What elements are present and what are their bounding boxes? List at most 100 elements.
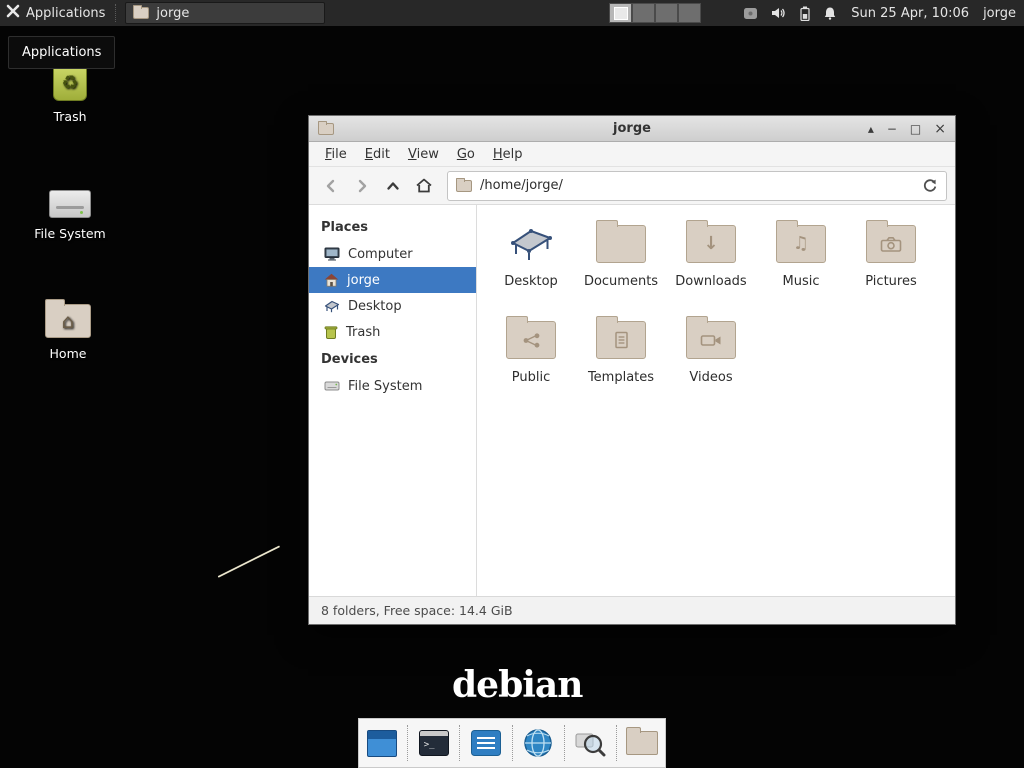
workspace-1[interactable] xyxy=(609,3,632,23)
desktop-icon xyxy=(324,299,340,313)
menubar: File Edit View Go Help xyxy=(309,142,955,167)
magnifier-icon xyxy=(574,727,606,759)
statusbar: 8 folders, Free space: 14.4 GiB xyxy=(309,596,955,624)
file-name: Desktop xyxy=(504,274,558,289)
menu-edit[interactable]: Edit xyxy=(356,144,399,165)
public-folder-icon xyxy=(506,321,556,359)
document-emblem xyxy=(614,331,629,349)
panel-username[interactable]: jorge xyxy=(983,6,1016,21)
video-emblem xyxy=(700,333,722,348)
recycle-glyph: ♻ xyxy=(61,74,78,93)
applications-menu-icon xyxy=(6,4,20,22)
forward-button[interactable] xyxy=(348,172,376,200)
sidebar-item-file-system[interactable]: File System xyxy=(309,373,476,399)
file-item-documents[interactable]: Documents xyxy=(576,221,666,317)
address-bar[interactable]: /home/jorge/ xyxy=(447,171,947,201)
dock-item-terminal[interactable]: >_ xyxy=(415,723,452,763)
folder-icon xyxy=(133,7,149,19)
file-name: Downloads xyxy=(675,274,746,289)
menu-help[interactable]: Help xyxy=(484,144,532,165)
bottom-dock: >_ xyxy=(358,718,666,768)
sidebar-label: Desktop xyxy=(348,299,402,314)
up-button[interactable] xyxy=(379,172,407,200)
sidebar-label: Computer xyxy=(348,247,413,262)
file-name: Videos xyxy=(689,370,732,385)
file-item-templates[interactable]: Templates xyxy=(576,317,666,413)
desktop-icon-home[interactable]: ⌂ Home xyxy=(23,292,113,361)
bell-icon[interactable] xyxy=(823,6,837,20)
status-text: 8 folders, Free space: 14.4 GiB xyxy=(321,603,513,618)
dock-item-file-manager[interactable] xyxy=(624,723,661,763)
reload-icon xyxy=(922,178,938,194)
drive-icon xyxy=(324,380,340,392)
desktop-icon-file-system[interactable]: File System xyxy=(25,172,115,241)
file-name: Documents xyxy=(584,274,658,289)
sidebar-item-desktop[interactable]: Desktop xyxy=(309,293,476,319)
debian-logo: debian xyxy=(452,664,572,706)
workspace-2[interactable] xyxy=(632,3,655,23)
file-item-public[interactable]: Public xyxy=(486,317,576,413)
menu-file[interactable]: File xyxy=(316,144,356,165)
workspace-pager[interactable] xyxy=(609,3,701,23)
home-icon xyxy=(415,177,433,194)
sidebar-item-jorge[interactable]: jorge xyxy=(309,267,476,293)
dock-separator xyxy=(564,725,565,761)
file-name: Music xyxy=(783,274,820,289)
forward-icon xyxy=(354,178,370,194)
minimize-button[interactable]: − xyxy=(887,123,897,135)
workspace-3[interactable] xyxy=(655,3,678,23)
titlebar[interactable]: jorge ▴ − □ × xyxy=(309,116,955,142)
dock-separator xyxy=(616,725,617,761)
maximize-button[interactable]: □ xyxy=(910,123,921,135)
workspace-4[interactable] xyxy=(678,3,701,23)
panel-clock[interactable]: Sun 25 Apr, 10:06 xyxy=(851,6,969,21)
sidebar-item-trash[interactable]: Trash xyxy=(309,319,476,345)
templates-folder-icon xyxy=(596,321,646,359)
home-folder-icon: ⌂ xyxy=(45,304,91,338)
icon-label: Trash xyxy=(53,109,86,124)
volume-icon[interactable] xyxy=(771,6,787,20)
download-arrow-glyph: ↓ xyxy=(703,235,718,253)
terminal-prompt-glyph: >_ xyxy=(424,740,435,750)
home-icon xyxy=(324,273,339,287)
icon-label: Home xyxy=(50,346,87,361)
top-panel: Applications jorge S xyxy=(0,0,1024,26)
input-device-icon[interactable] xyxy=(743,7,758,20)
dock-item-desktop-settings[interactable] xyxy=(363,723,400,763)
dock-separator xyxy=(459,725,460,761)
battery-icon[interactable] xyxy=(800,6,810,21)
music-folder-icon: ♫ xyxy=(776,225,826,263)
menu-go[interactable]: Go xyxy=(448,144,484,165)
back-icon xyxy=(323,178,339,194)
file-item-pictures[interactable]: Pictures xyxy=(846,221,936,317)
sidebar-label: Trash xyxy=(346,325,380,340)
file-item-downloads[interactable]: ↓ Downloads xyxy=(666,221,756,317)
shade-button[interactable]: ▴ xyxy=(868,123,874,135)
home-button[interactable] xyxy=(410,172,438,200)
file-item-music[interactable]: ♫ Music xyxy=(756,221,846,317)
taskbar-button-jorge[interactable]: jorge xyxy=(125,2,325,24)
dock-item-web-browser[interactable] xyxy=(520,723,557,763)
dock-item-settings[interactable] xyxy=(467,723,504,763)
sidebar-item-computer[interactable]: Computer xyxy=(309,241,476,267)
dock-item-app-finder[interactable] xyxy=(572,723,609,763)
menu-view[interactable]: View xyxy=(399,144,448,165)
terminal-icon: >_ xyxy=(419,730,449,756)
file-item-desktop[interactable]: Desktop xyxy=(486,221,576,317)
close-button[interactable]: × xyxy=(934,122,946,136)
trash-icon: ♻ xyxy=(53,65,87,101)
back-button[interactable] xyxy=(317,172,345,200)
file-item-videos[interactable]: Videos xyxy=(666,317,756,413)
computer-icon xyxy=(324,247,340,261)
places-heading: Places xyxy=(309,213,476,241)
file-list: Desktop Documents ↓ Downloads ♫ Music xyxy=(477,205,955,596)
file-manager-window: jorge ▴ − □ × File Edit View Go Help xyxy=(308,115,956,625)
devices-heading: Devices xyxy=(309,345,476,373)
dock-separator xyxy=(512,725,513,761)
stray-line-artifact xyxy=(218,545,281,578)
window-title: jorge xyxy=(309,121,955,136)
reload-button[interactable] xyxy=(922,178,938,194)
applications-button[interactable]: Applications xyxy=(0,0,115,26)
address-folder-icon xyxy=(456,180,472,192)
videos-folder-icon xyxy=(686,321,736,359)
